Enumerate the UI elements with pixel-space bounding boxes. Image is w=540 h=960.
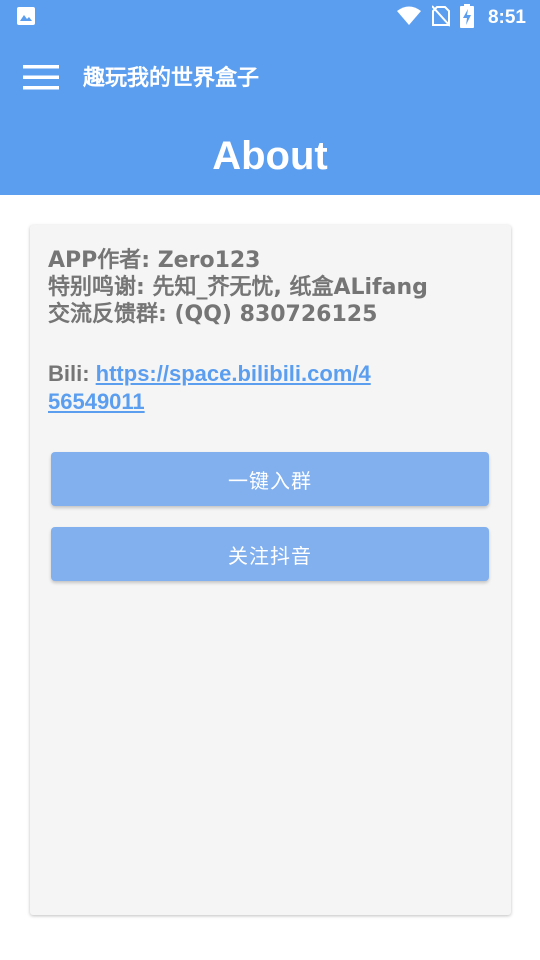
status-left: [16, 6, 36, 30]
battery-charging-icon: [450, 4, 474, 32]
about-card: APP作者: Zero123 特别鸣谢: 先知_芥无忧, 纸盒ALifang 交…: [30, 225, 511, 915]
menu-icon: [23, 63, 59, 95]
about-info: APP作者: Zero123 特别鸣谢: 先知_芥无忧, 纸盒ALifang 交…: [48, 247, 498, 328]
bili-link[interactable]: https://space.bilibili.com/456549011: [48, 361, 371, 414]
wifi-icon: [386, 6, 422, 30]
thanks-text: 特别鸣谢: 先知_芥无忧, 纸盒ALifang: [48, 275, 428, 300]
status-right: 8:51: [386, 4, 526, 32]
no-sim-icon: [422, 5, 451, 31]
group-text: 交流反馈群: (QQ) 830726125: [48, 302, 378, 327]
image-icon: [16, 6, 36, 30]
app-bar: 趣玩我的世界盒子 About: [0, 36, 540, 195]
status-time: 8:51: [487, 7, 526, 28]
app-title: 趣玩我的世界盒子: [83, 66, 260, 91]
status-bar: 8:51: [0, 0, 540, 36]
bili-info: Bili: https://space.bilibili.com/4565490…: [48, 360, 378, 416]
page-title: About: [212, 134, 328, 178]
menu-button[interactable]: [18, 58, 64, 100]
author-text: APP作者: Zero123: [48, 248, 261, 273]
bili-label: Bili:: [48, 361, 96, 386]
follow-douyin-button[interactable]: 关注抖音: [51, 527, 489, 581]
join-group-button[interactable]: 一键入群: [51, 452, 489, 506]
